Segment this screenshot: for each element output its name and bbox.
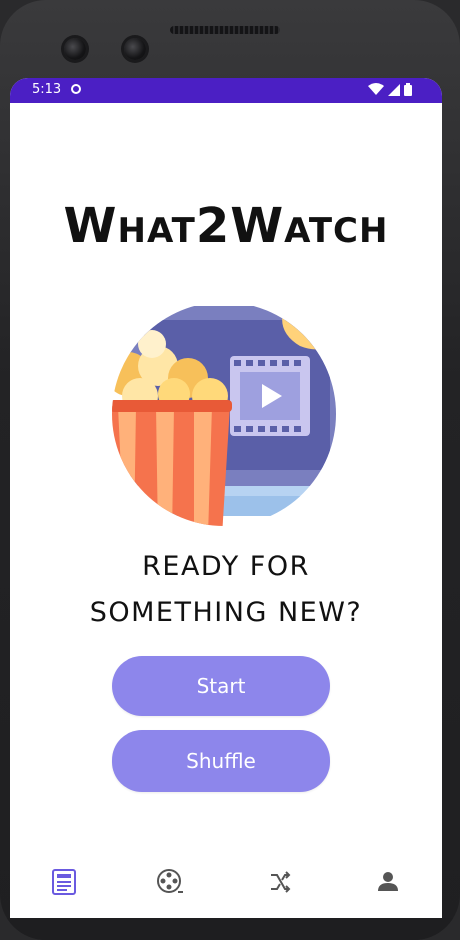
- battery-icon: [404, 83, 412, 96]
- tagline: READY FOR SOMETHING NEW?: [10, 544, 442, 636]
- signal-icon: [388, 83, 400, 96]
- status-icons: [368, 83, 412, 96]
- phone-frame: 5:13 What2Watch READY FOR SOMETHING NEW?…: [0, 0, 460, 940]
- nav-item-shuffle[interactable]: [260, 862, 300, 902]
- nav-item-film[interactable]: [150, 862, 190, 902]
- speaker-grille: [170, 26, 280, 34]
- start-button[interactable]: Start: [112, 656, 330, 716]
- phone-bottom-bezel: [0, 918, 460, 940]
- wifi-icon: [368, 83, 384, 95]
- shuffle-icon: [271, 871, 291, 893]
- status-time: 5:13: [32, 82, 62, 97]
- film-reel-icon: [157, 869, 183, 893]
- nav-item-profile[interactable]: [368, 862, 408, 902]
- nav-item-list[interactable]: [44, 862, 84, 902]
- sync-icon: [71, 84, 81, 94]
- phone-top-bezel: [0, 0, 460, 78]
- sensor-icon: [124, 38, 146, 60]
- tagline-line-1: READY FOR: [142, 551, 310, 582]
- bottom-navigation: [10, 848, 442, 918]
- popcorn-movie-illustration: [112, 302, 336, 526]
- shuffle-button[interactable]: Shuffle: [112, 730, 330, 792]
- app-title: What2Watch: [63, 198, 389, 254]
- person-icon: [378, 872, 398, 891]
- app-screen: 5:13 What2Watch READY FOR SOMETHING NEW?…: [10, 78, 442, 918]
- camera-icon: [64, 38, 86, 60]
- tagline-line-2: SOMETHING NEW?: [89, 597, 363, 628]
- status-bar: 5:13: [10, 78, 442, 103]
- list-icon: [52, 869, 76, 895]
